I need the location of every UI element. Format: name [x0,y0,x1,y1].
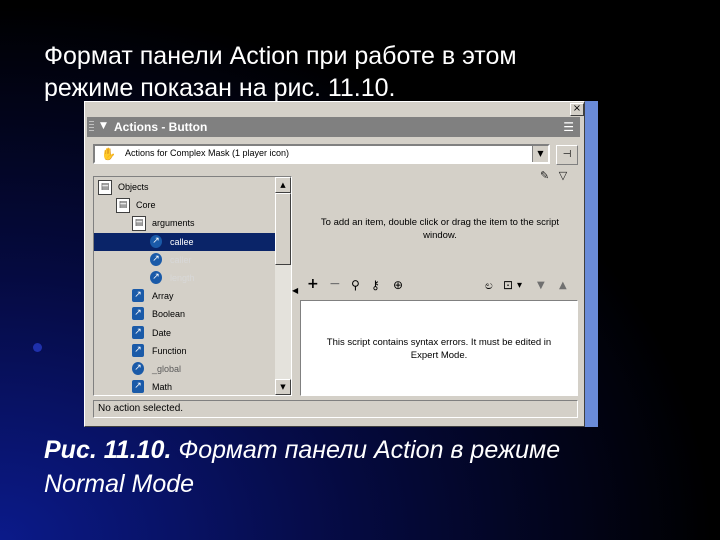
debug-options-icon[interactable]: ಲ [485,278,493,293]
action-icon: ↗ [150,271,162,284]
tree-item-label: Objects [118,182,149,192]
status-bar: No action selected. [93,400,578,418]
hint-text: To add an item, double click or drag the… [320,217,560,241]
tree-item-label: Math [152,382,173,393]
script-toolbar: + − ⚲ ⚷ ⊕ ಲ ⊡ ▾ ▼ ▲ [305,276,577,296]
action-icon: ↗ [132,343,144,357]
figure-caption-line2: Normal Mode [44,470,195,498]
tree-item-label: Function [152,345,187,356]
scroll-thumb[interactable] [275,193,291,265]
tree-item-label: Array [152,291,174,302]
view-mode-arrow-icon[interactable]: ▾ [517,280,522,291]
syntax-error-message: This script contains syntax errors. It m… [326,337,552,361]
tree-item[interactable]: ▤ Core [94,196,275,214]
scroll-down-button[interactable]: ▼ [275,379,291,395]
action-icon: ↗ [132,325,144,339]
slide-heading-line1: Формат панели Action при работе в этом [44,42,517,70]
scroll-up-button[interactable]: ▲ [275,177,291,193]
tree-scrollbar[interactable]: ▲ ▼ [275,177,291,395]
move-up-button[interactable]: ▲ [559,280,567,291]
panel-title: Actions - Button [114,120,208,134]
tree-item-label: arguments [152,218,195,229]
tree-item[interactable]: ↗ callee [94,232,275,251]
script-pane[interactable]: This script contains syntax errors. It m… [300,300,578,396]
book-icon: ▤ [132,216,146,232]
chevron-down-icon[interactable]: ▼ [532,146,548,162]
actions-panel-window: × ▼ Actions - Button ☰ ✋ Actions for Com… [84,101,585,427]
pane-splitter[interactable]: ◀ [292,176,300,394]
pin-script-button[interactable]: ⊣ [556,145,578,165]
tree-item-label: _global [152,364,182,374]
action-icon: ↗ [150,252,162,266]
move-down-button[interactable]: ▼ [537,280,545,291]
replace-icon[interactable]: ⚷ [371,278,380,292]
tree-item[interactable]: ▤ arguments [94,214,275,232]
find-icon[interactable]: ⚲ [351,278,360,292]
action-icon: ↗ [132,362,144,375]
action-icon: ↗ [150,234,162,248]
action-icon: ↗ [132,307,144,321]
hint-area: To add an item, double click or drag the… [300,192,580,272]
tree-item-label: Boolean [152,309,186,320]
tree-item[interactable]: ↗ length [94,269,275,287]
scope-dropdown[interactable]: ✋ Actions for Complex Mask (1 player ico… [93,144,550,164]
hand-icon: ✋ [101,147,116,161]
add-action-button[interactable]: + [307,276,319,292]
collapse-arrow-icon[interactable]: ▼ [100,121,107,131]
tree-item-label: Date [152,327,172,338]
bullet-dot [33,343,42,352]
drag-grip[interactable] [89,121,94,133]
tree-item[interactable]: ↗ Boolean [94,305,275,323]
remove-action-button[interactable]: − [329,276,341,292]
tree-item-label: callee [170,236,194,247]
figure-caption-line1: Рис. 11.10. Формат панели Action в режим… [44,436,561,464]
view-options-icon[interactable]: ✎ [540,169,549,182]
splitter-arrow-icon[interactable]: ◀ [292,286,298,295]
tree-item-label: caller [170,254,192,265]
action-icon: ↗ [132,289,144,303]
view-options-arrow-icon[interactable]: ▽ [559,169,567,182]
target-path-icon[interactable]: ⊕ [393,278,403,292]
book-icon: ▤ [98,180,112,195]
actions-toolbox-tree: ▤ Objects ▤ Core ▤ arguments ↗ callee ↗ caller ↗ le… [93,176,292,396]
scope-dropdown-value: Actions for Complex Mask (1 player icon) [125,148,290,158]
close-button[interactable]: × [570,103,584,116]
book-icon: ▤ [116,198,130,214]
tree-item[interactable]: ▤ Objects [94,178,275,196]
tree-item[interactable]: ↗ caller [94,251,275,269]
tree-item[interactable]: ↗ Function [94,342,275,360]
action-icon: ↗ [132,380,144,394]
tree-item[interactable]: ↗ Math [94,378,275,395]
view-options[interactable]: ✎ ▽ [540,169,567,182]
tree-item[interactable]: ↗ _global [94,360,275,378]
view-mode-icon[interactable]: ⊡ [503,278,513,292]
tree-item-label: Core [136,200,156,211]
slide-heading-line2: режиме показан на рис. 11.10. [44,74,396,102]
tree-item-label: length [170,273,195,283]
tree-item[interactable]: ↗ Array [94,287,275,305]
panel-titlebar[interactable]: ▼ Actions - Button ☰ [87,117,580,137]
tree-item[interactable]: ↗ Date [94,324,275,342]
panel-menu-icon[interactable]: ☰ [563,120,574,134]
